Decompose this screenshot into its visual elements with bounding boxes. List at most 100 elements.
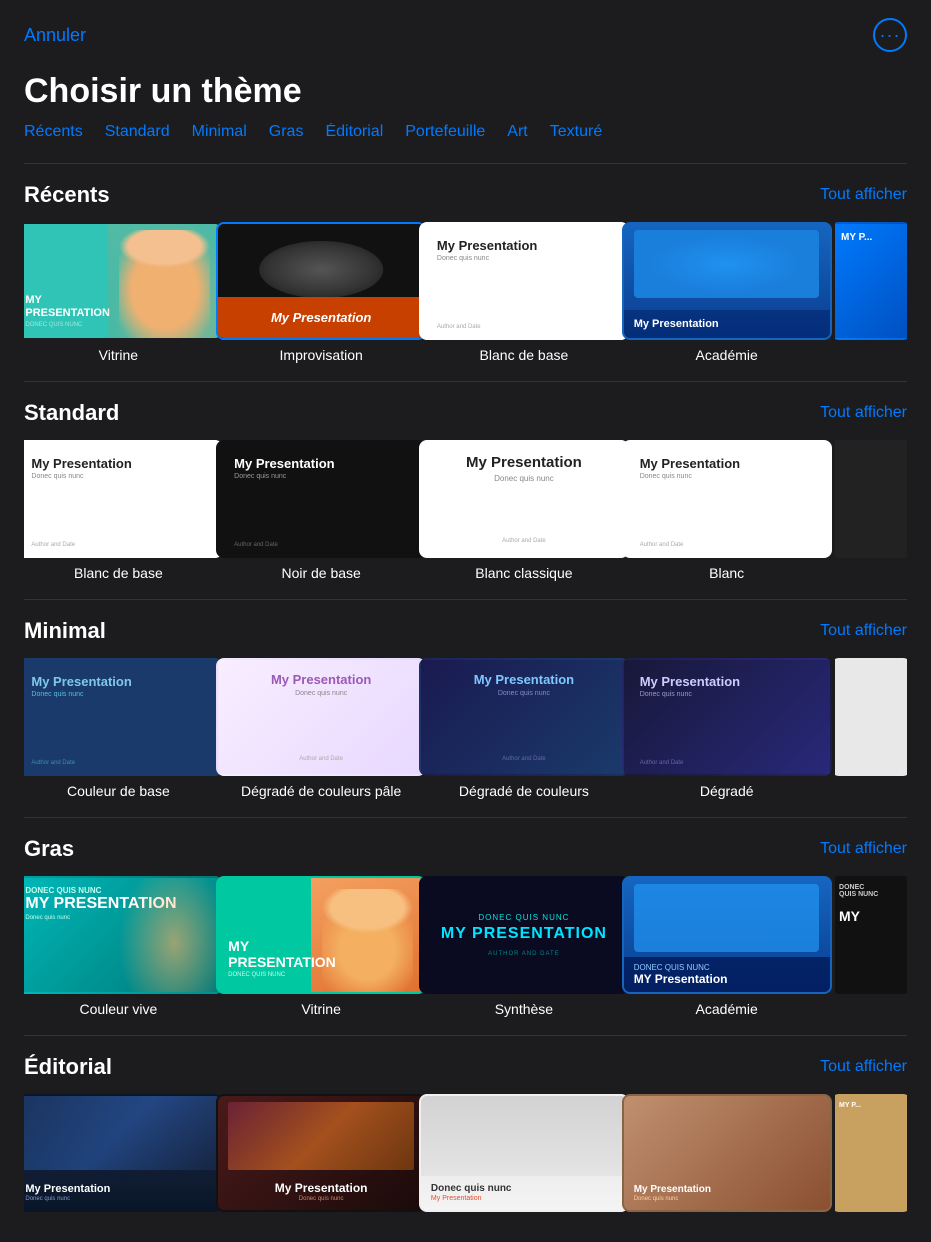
thumb-partial-std	[835, 440, 907, 558]
theme-card-couleur-vive-gras[interactable]: Donec quis nunc MY PRESENTATION Donec qu…	[24, 876, 213, 1017]
tab-gras[interactable]: Gras	[269, 123, 304, 141]
see-all-gras[interactable]: Tout afficher	[820, 840, 907, 858]
theme-card-degrade-couleurs-min[interactable]: My Presentation Donec quis nunc Author a…	[430, 658, 619, 799]
thumb-improv-recent: My Presentation	[216, 222, 426, 340]
theme-card-blanc-base-recent[interactable]: My Presentation Donec quis nunc Author a…	[430, 222, 619, 363]
section-header-standard: Standard Tout afficher	[24, 400, 907, 426]
section-recents: Récents Tout afficher MYPRESENTATION Don…	[0, 164, 931, 373]
thumb-partial-min	[835, 658, 907, 776]
theme-card-editorial-1[interactable]: My Presentation Donec quis nunc	[24, 1094, 213, 1219]
tab-texture[interactable]: Texturé	[550, 123, 602, 141]
thumb-degrade-pale-min: My Presentation Donec quis nunc Author a…	[216, 658, 426, 776]
tab-standard[interactable]: Standard	[105, 123, 170, 141]
thumb-vitrine-recent: MYPRESENTATION Donec quis nunc	[24, 222, 223, 340]
page-title: Choisir un thème	[0, 62, 931, 123]
thumb-blanc-std: My Presentation Donec quis nunc Author a…	[622, 440, 832, 558]
theme-card-partial-minimal	[835, 658, 907, 799]
see-all-minimal[interactable]: Tout afficher	[820, 622, 907, 640]
thumb-academie-recent: My Presentation	[622, 222, 832, 340]
thumb-noir-std: My Presentation Donec quis nunc Author a…	[216, 440, 426, 558]
theme-card-improv-recent[interactable]: My Presentation Improvisation	[227, 222, 416, 363]
tab-recents[interactable]: Récents	[24, 123, 83, 141]
theme-card-partial-recents: MY P...	[835, 222, 907, 363]
section-title-recents: Récents	[24, 182, 110, 208]
section-minimal: Minimal Tout afficher My Presentation Do…	[0, 600, 931, 809]
thumb-partial-editorial: MY P...	[835, 1094, 907, 1212]
thumb-academie-gras: Donec quis nunc MY Presentation	[622, 876, 832, 994]
theme-label: Improvisation	[280, 347, 363, 363]
section-title-editorial: Éditorial	[24, 1054, 112, 1080]
theme-label: Blanc de base	[74, 565, 163, 581]
theme-card-couleur-base-min[interactable]: My Presentation Donec quis nunc Author a…	[24, 658, 213, 799]
see-all-recents[interactable]: Tout afficher	[820, 186, 907, 204]
thumb-vitrine-gras: MYPRESENTATION Donec quis nunc	[216, 876, 426, 994]
section-header-recents: Récents Tout afficher	[24, 182, 907, 208]
theme-label: Dégradé de couleurs	[459, 783, 589, 799]
section-title-standard: Standard	[24, 400, 119, 426]
theme-label: Blanc	[709, 565, 744, 581]
tab-editorial[interactable]: Éditorial	[325, 123, 383, 141]
theme-label: Blanc classique	[475, 565, 572, 581]
cancel-button[interactable]: Annuler	[24, 25, 86, 46]
theme-label: Vitrine	[301, 1001, 340, 1017]
theme-row-minimal: My Presentation Donec quis nunc Author a…	[24, 658, 907, 799]
theme-card-vitrine-gras[interactable]: MYPRESENTATION Donec quis nunc Vitrine	[227, 876, 416, 1017]
thumb-editorial-1: My Presentation Donec quis nunc	[24, 1094, 223, 1212]
section-title-minimal: Minimal	[24, 618, 106, 644]
theme-card-partial-gras: DONECquis nunc MY	[835, 876, 907, 1017]
theme-label: Couleur de base	[67, 783, 170, 799]
theme-row-standard: My Presentation Donec quis nunc Author a…	[24, 440, 907, 581]
theme-card-editorial-4[interactable]: My Presentation Donec quis nunc	[632, 1094, 821, 1219]
see-all-standard[interactable]: Tout afficher	[820, 404, 907, 422]
tab-portefeuille[interactable]: Portefeuille	[405, 123, 485, 141]
section-gras: Gras Tout afficher Donec quis nunc MY PR…	[0, 818, 931, 1027]
thumb-blanc-base-std: My Presentation Donec quis nunc Author a…	[24, 440, 223, 558]
theme-card-editorial-2[interactable]: My Presentation Donec quis nunc	[227, 1094, 416, 1219]
theme-card-partial-standard	[835, 440, 907, 581]
thumb-couleur-base-min: My Presentation Donec quis nunc Author a…	[24, 658, 223, 776]
thumb-editorial-2: My Presentation Donec quis nunc	[216, 1094, 426, 1212]
theme-label: Académie	[696, 1001, 758, 1017]
theme-label: Blanc de base	[480, 347, 569, 363]
theme-row-recents: MYPRESENTATION Donec quis nunc Vitrine M…	[24, 222, 907, 363]
theme-card-blanc-std[interactable]: My Presentation Donec quis nunc Author a…	[632, 440, 821, 581]
section-header-editorial: Éditorial Tout afficher	[24, 1054, 907, 1080]
theme-card-degrade-min[interactable]: My Presentation Donec quis nunc Author a…	[632, 658, 821, 799]
see-all-editorial[interactable]: Tout afficher	[820, 1058, 907, 1076]
thumb-synthese-gras: Donec quis nunc MY PRESENTATION Author a…	[419, 876, 629, 994]
thumb-blanc-classique-std: My Presentation Donec quis nunc Author a…	[419, 440, 629, 558]
theme-card-academie-recent[interactable]: My Presentation Académie	[632, 222, 821, 363]
theme-card-academie-gras[interactable]: Donec quis nunc MY Presentation Académie	[632, 876, 821, 1017]
thumb-degrade-couleurs-min: My Presentation Donec quis nunc Author a…	[419, 658, 629, 776]
nav-tabs: Récents Standard Minimal Gras Éditorial …	[0, 123, 931, 155]
section-header-minimal: Minimal Tout afficher	[24, 618, 907, 644]
section-title-gras: Gras	[24, 836, 74, 862]
theme-row-editorial: My Presentation Donec quis nunc My Prese…	[24, 1094, 907, 1219]
theme-card-editorial-3[interactable]: Donec quis nunc My Presentation	[430, 1094, 619, 1219]
thumb-partial: MY P...	[835, 222, 907, 340]
tab-minimal[interactable]: Minimal	[192, 123, 247, 141]
section-header-gras: Gras Tout afficher	[24, 836, 907, 862]
tab-art[interactable]: Art	[507, 123, 527, 141]
thumb-degrade-min: My Presentation Donec quis nunc Author a…	[622, 658, 832, 776]
theme-card-degrade-pale-min[interactable]: My Presentation Donec quis nunc Author a…	[227, 658, 416, 799]
section-editorial: Éditorial Tout afficher My Presentation …	[0, 1036, 931, 1229]
theme-card-vitrine-recent[interactable]: MYPRESENTATION Donec quis nunc Vitrine	[24, 222, 213, 363]
theme-row-gras: Donec quis nunc MY PRESENTATION Donec qu…	[24, 876, 907, 1017]
theme-label: Académie	[696, 347, 758, 363]
theme-label: Synthèse	[495, 1001, 553, 1017]
header: Annuler ···	[0, 0, 931, 62]
theme-label: Noir de base	[281, 565, 360, 581]
more-button[interactable]: ···	[873, 18, 907, 52]
theme-label: Dégradé de couleurs pâle	[241, 783, 401, 799]
theme-card-blanc-base-std[interactable]: My Presentation Donec quis nunc Author a…	[24, 440, 213, 581]
section-standard: Standard Tout afficher My Presentation D…	[0, 382, 931, 591]
thumb-editorial-3: Donec quis nunc My Presentation	[419, 1094, 629, 1212]
theme-label: Dégradé	[700, 783, 754, 799]
theme-label: Vitrine	[99, 347, 138, 363]
theme-card-noir-std[interactable]: My Presentation Donec quis nunc Author a…	[227, 440, 416, 581]
theme-card-blanc-classique-std[interactable]: My Presentation Donec quis nunc Author a…	[430, 440, 619, 581]
thumb-couleur-vive-gras: Donec quis nunc MY PRESENTATION Donec qu…	[24, 876, 223, 994]
thumb-editorial-4: My Presentation Donec quis nunc	[622, 1094, 832, 1212]
theme-card-synthese-gras[interactable]: Donec quis nunc MY PRESENTATION Author a…	[430, 876, 619, 1017]
